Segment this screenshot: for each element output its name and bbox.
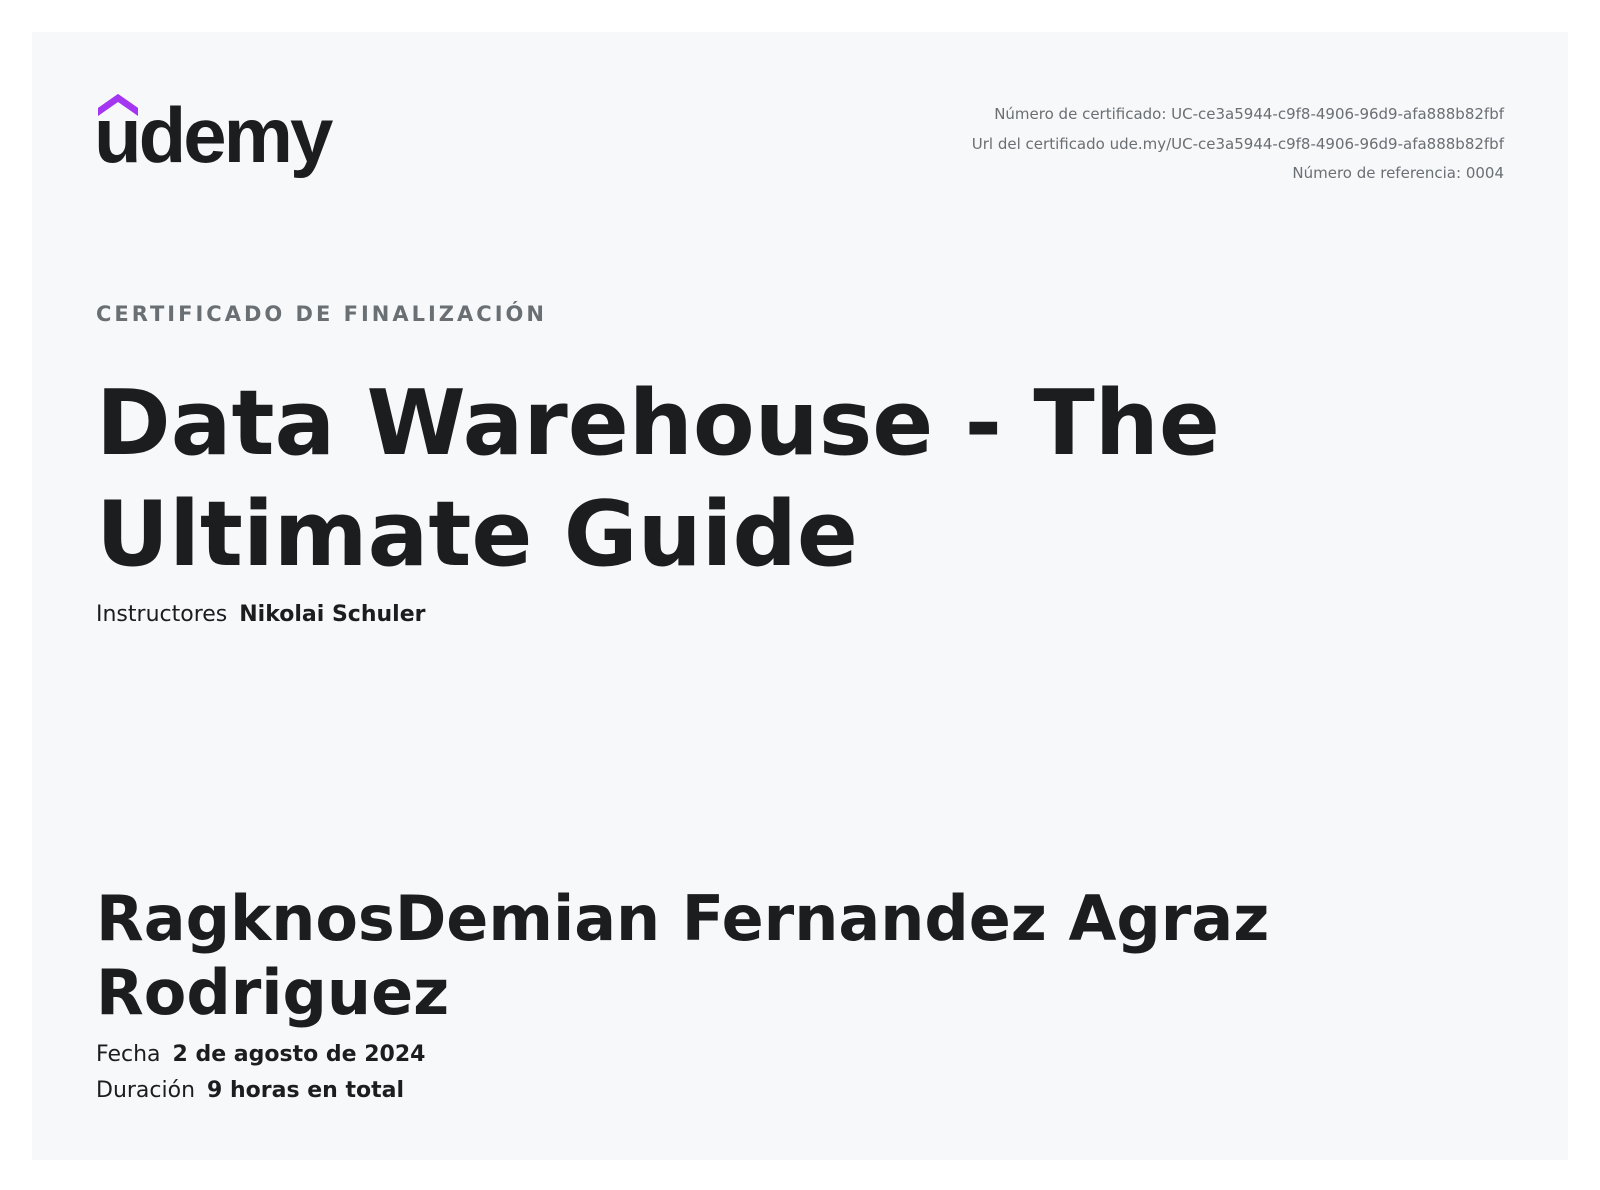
instructors-label: Instructores <box>96 602 228 627</box>
certificate-kicker: CERTIFICADO DE FINALIZACIÓN <box>96 302 547 326</box>
reference-number: Número de referencia: 0004 <box>1292 164 1504 182</box>
certificate: udemy Número de certificado: UC-ce3a5944… <box>32 32 1568 1160</box>
date-row: Fecha 2 de agosto de 2024 <box>96 1042 425 1067</box>
date-value: 2 de agosto de 2024 <box>172 1042 426 1067</box>
duration-row: Duración 9 horas en total <box>96 1078 404 1103</box>
recipient-name: RagknosDemian Fernandez Agraz Rodriguez <box>96 882 1270 1029</box>
date-label: Fecha <box>96 1042 161 1067</box>
instructors-row: Instructores Nikolai Schuler <box>96 602 425 627</box>
logo-wordmark: udemy <box>94 91 333 179</box>
certificate-url: Url del certificado ude.my/UC-ce3a5944-c… <box>971 134 1504 153</box>
duration-label: Duración <box>96 1078 196 1103</box>
certificate-number: Número de certificado: UC-ce3a5944-c9f8-… <box>994 105 1504 123</box>
course-title: Data Warehouse - The Ultimate Guide <box>96 371 1220 587</box>
udemy-logo: udemy <box>94 91 356 194</box>
duration-value: 9 horas en total <box>207 1078 404 1103</box>
instructor-name: Nikolai Schuler <box>239 602 426 627</box>
certificate-meta: Número de certificado: UC-ce3a5944-c9f8-… <box>972 100 1504 189</box>
